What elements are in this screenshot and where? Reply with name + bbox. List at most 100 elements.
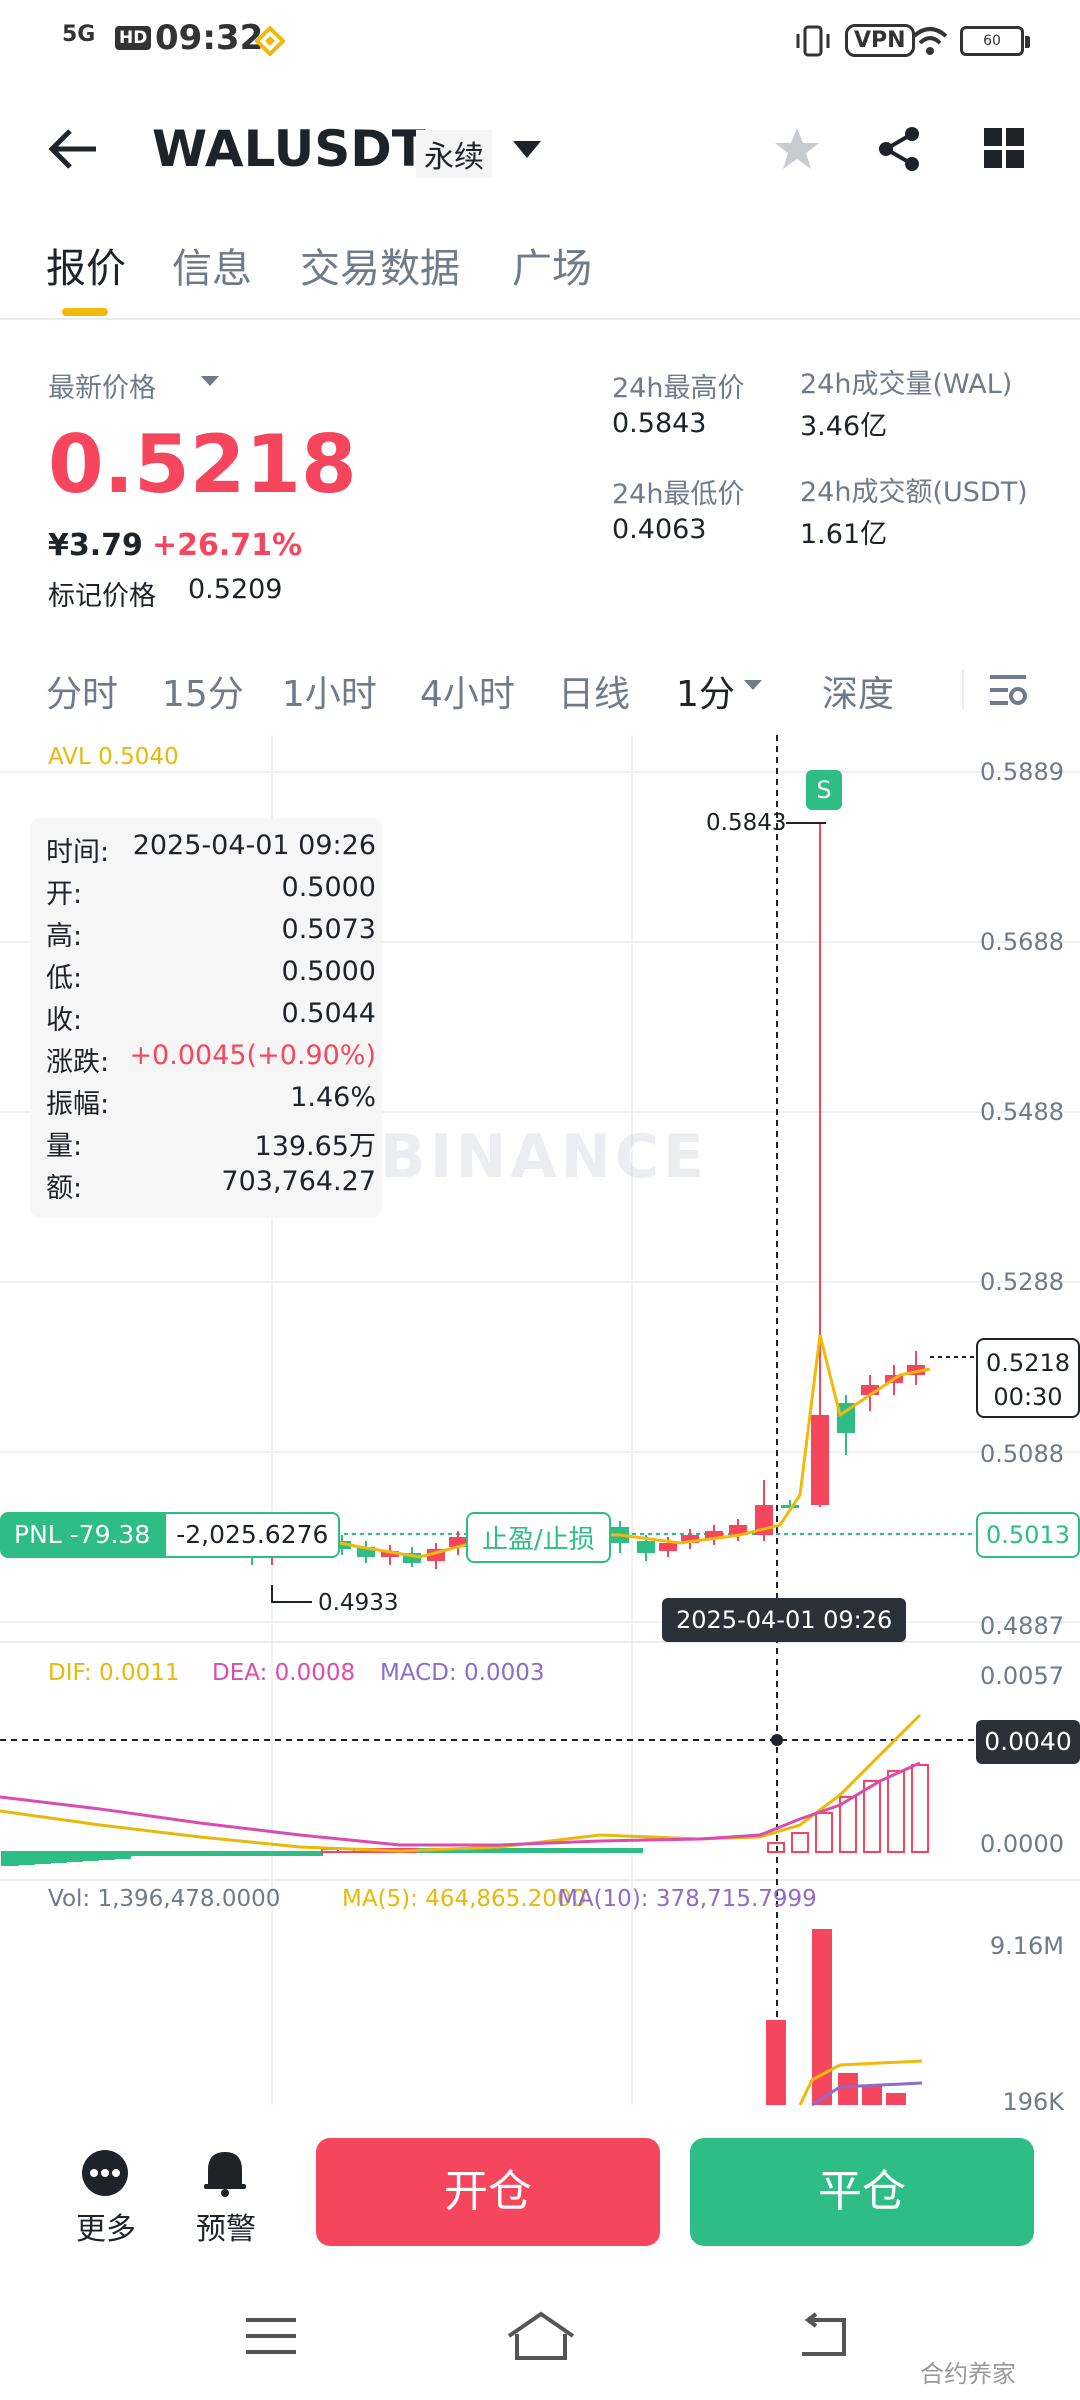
tooltip-key: 开: [46, 879, 83, 910]
tab-quote[interactable]: 报价 [46, 236, 126, 294]
candle-body [637, 1541, 655, 1553]
tooltip-row: 量: 139.65万 [46, 1124, 376, 1164]
macd-bar [225, 1851, 243, 1856]
pnl-badge[interactable]: PNL -79.38 -2,025.6276 [0, 1512, 341, 1558]
macd-bar [513, 1848, 531, 1853]
open-position-button[interactable]: 开仓 [316, 2138, 660, 2246]
tooltip-key: 量: [46, 1131, 83, 1162]
home-icon[interactable] [505, 2310, 577, 2362]
tooltip-row: 额: 703,764.27 [46, 1166, 376, 1206]
ma5-label: MA(5): 464,865.2000 [342, 1886, 587, 1912]
macd-bar [791, 1832, 809, 1853]
period-timeshare[interactable]: 分时 [46, 665, 118, 717]
binance-watermark: BINANCE [380, 1122, 708, 1192]
tab-square[interactable]: 广场 [512, 236, 592, 294]
macd-bar [625, 1848, 643, 1853]
macd-axis-label: 0.0000 [980, 1830, 1064, 1858]
price-axis-label: 0.4887 [980, 1612, 1064, 1640]
candle-countdown: 00:30 [993, 1383, 1063, 1411]
tooltip-value: 2025-04-01 09:26 [132, 830, 376, 861]
macd-bar [97, 1851, 115, 1860]
low-24h-value: 0.4063 [612, 514, 707, 545]
period-dropdown-icon[interactable] [742, 677, 764, 695]
mark-price: 0.5209 [188, 574, 283, 605]
period-daily[interactable]: 日线 [558, 665, 630, 717]
price-axis-label: 0.5088 [980, 1440, 1064, 1468]
high-24h-value: 0.5843 [612, 408, 707, 439]
alert-bell-icon[interactable] [200, 2146, 250, 2198]
volume-axis-label: 9.16M [989, 1932, 1064, 1960]
tab-trading-data[interactable]: 交易数据 [300, 236, 460, 294]
volume-bars [766, 1929, 906, 2105]
back-arrow-icon[interactable] [46, 126, 100, 172]
volume-24h-label: 24h成交量(WAL) [800, 369, 1013, 400]
tooltip-key: 额: [46, 1173, 83, 1204]
low-marker-line [271, 1585, 312, 1603]
wifi-icon [912, 27, 948, 55]
more-label[interactable]: 更多 [76, 2204, 136, 2248]
macd-bar [1, 1851, 19, 1866]
grid-menu-icon[interactable] [982, 126, 1026, 170]
share-icon[interactable] [874, 124, 924, 174]
change-percent: +26.71% [152, 528, 303, 563]
current-price-value: 0.5218 [986, 1349, 1070, 1377]
macd-bar [497, 1848, 515, 1853]
ma10-label: MA(10): 378,715.7999 [558, 1886, 817, 1912]
candle-body [659, 1543, 677, 1551]
tooltip-key: 振幅: [46, 1089, 110, 1120]
macd-bar [887, 1770, 905, 1853]
tab-indicator [62, 308, 108, 316]
favorite-star-icon[interactable] [772, 124, 822, 174]
macd-bar [273, 1851, 291, 1856]
tab-info[interactable]: 信息 [172, 236, 252, 294]
menu-icon[interactable] [244, 2314, 298, 2358]
macd-axis-label: 0.0057 [980, 1662, 1064, 1690]
period-15m[interactable]: 15分 [162, 665, 244, 717]
tooltip-value: 0.5000 [281, 956, 376, 987]
more-icon[interactable] [80, 2148, 130, 2198]
close-position-button[interactable]: 平仓 [690, 2138, 1034, 2246]
tooltip-key: 收: [46, 1005, 83, 1036]
macd-bar [209, 1851, 227, 1856]
high-24h-label: 24h最高价 [612, 373, 745, 404]
period-4h[interactable]: 4小时 [420, 665, 515, 717]
tooltip-row: 低: 0.5000 [46, 956, 376, 996]
signal-marker[interactable]: S [806, 770, 842, 810]
cny-price: ¥3.79 [48, 528, 143, 563]
dif-line [0, 1713, 922, 1853]
macd-value-label: MACD: 0.0003 [380, 1660, 545, 1686]
symbol-title[interactable]: WALUSDT [152, 120, 426, 178]
macd-bar [177, 1851, 195, 1856]
period-depth[interactable]: 深度 [822, 665, 894, 717]
period-1m[interactable]: 1分 [676, 665, 735, 717]
period-selector: 分时 15分 1小时 4小时 日线 1分 深度 [0, 655, 1080, 725]
tooltip-key: 涨跌: [46, 1047, 110, 1078]
volume-bar [766, 2020, 786, 2105]
volume-bar [838, 2073, 858, 2105]
period-1h[interactable]: 1小时 [282, 665, 377, 717]
macd-bar [257, 1851, 275, 1856]
macd-bar [129, 1851, 147, 1856]
tooltip-key: 低: [46, 963, 83, 994]
symbol-dropdown-icon[interactable] [510, 136, 544, 162]
alert-label[interactable]: 预警 [196, 2204, 256, 2248]
screen: 5G HD 09:32 VPN 60 WALUSDT 永续 报价 信息 交易数据… [0, 0, 1080, 2400]
tpsl-button[interactable]: 止盈/止损 [466, 1512, 611, 1563]
crosshair-time-tag: 2025-04-01 09:26 [662, 1598, 907, 1642]
tooltip-row: 收: 0.5044 [46, 998, 376, 1038]
back-nav-icon[interactable] [794, 2312, 850, 2360]
current-price-tag: 0.5218 00:30 [976, 1338, 1080, 1418]
macd-bar [81, 1851, 99, 1861]
avl-label: AVL 0.5040 [48, 744, 179, 770]
macd-bar [145, 1851, 163, 1856]
mark-price-label: 标记价格 [48, 581, 156, 612]
macd-bar [815, 1812, 833, 1853]
chart-settings-icon[interactable] [988, 671, 1028, 709]
amount-24h-label: 24h成交额(USDT) [800, 477, 1028, 508]
macd-bar [49, 1851, 67, 1863]
macd-bar [113, 1851, 131, 1859]
macd-bar [545, 1848, 563, 1853]
candle-tooltip: 时间: 2025-04-01 09:26 开: 0.5000 高: 0.5073 低:… [30, 818, 382, 1218]
latest-price-dropdown-icon[interactable] [198, 372, 222, 392]
latest-price-label[interactable]: 最新价格 [48, 366, 156, 405]
